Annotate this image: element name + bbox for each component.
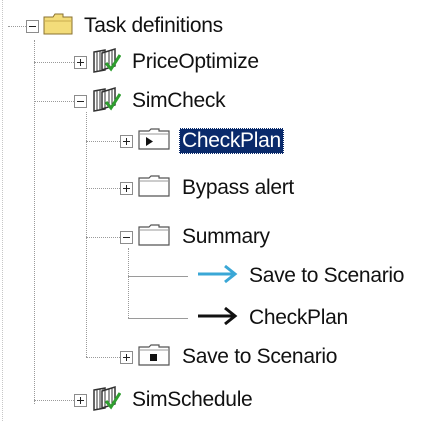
task-definition-icon [91,385,122,416]
collapse-toggle[interactable] [26,19,39,33]
tree-line-h [86,357,120,358]
folder-open-icon [43,12,73,41]
tree-node-summary[interactable]: Summary [120,220,273,254]
blue-arrow-icon [196,262,240,291]
tree-line-root [34,40,35,404]
expand-toggle[interactable] [74,393,87,407]
tree-line-h [86,188,120,189]
play-folder-icon [137,127,171,156]
tree-line-h [34,62,74,63]
tree-node-label: Task definitions [84,14,223,37]
tree-node-checkplan-transition[interactable]: CheckPlan [196,301,351,335]
tree-line-h [8,26,26,27]
tree-node-label: Bypass alert [182,176,294,199]
black-arrow-icon [196,304,240,333]
tree-node-bypass-alert[interactable]: Bypass alert [120,171,297,205]
tree-node-label: CheckPlan [179,128,284,154]
tree-node-label: CheckPlan [249,306,348,329]
folder-icon [137,223,171,252]
task-definition-icon [91,47,122,78]
tree-line-h [34,400,74,401]
tree-node-label: SimCheck [132,89,226,112]
tree-node-label: PriceOptimize [132,50,259,73]
collapse-toggle[interactable] [120,230,133,244]
collapse-toggle[interactable] [74,94,87,108]
tree-node-simcheck[interactable]: SimCheck [74,84,228,118]
left-border [2,0,3,421]
tree-line-h [86,237,120,238]
tree-node-label: SimSchedule [132,388,253,411]
expand-toggle[interactable] [74,55,87,69]
tree-line-simcheck [86,112,87,357]
tree-node-task-definitions[interactable]: Task definitions [26,9,226,43]
stop-folder-icon [137,343,171,372]
tree-line-h [128,276,188,277]
tree-view[interactable]: Task definitions PriceOptimize SimCheck … [0,0,444,421]
task-definition-icon [91,86,122,117]
tree-node-save-to-scenario[interactable]: Save to Scenario [120,340,340,374]
tree-node-label: Save to Scenario [182,345,338,368]
tree-line-h [34,101,74,102]
tree-line-h [128,318,188,319]
expand-toggle[interactable] [120,350,133,364]
tree-node-label: Summary [182,225,270,248]
tree-line-h [86,141,120,142]
folder-icon [137,174,171,203]
tree-node-checkplan[interactable]: CheckPlan [120,124,284,158]
tree-node-simschedule[interactable]: SimSchedule [74,383,255,417]
tree-node-label: Save to Scenario [249,264,405,287]
tree-node-save-to-scenario-transition[interactable]: Save to Scenario [196,259,407,293]
tree-node-priceoptimize[interactable]: PriceOptimize [74,45,262,79]
tree-line-summary [128,248,129,318]
expand-toggle[interactable] [120,181,133,195]
expand-toggle[interactable] [120,134,133,148]
